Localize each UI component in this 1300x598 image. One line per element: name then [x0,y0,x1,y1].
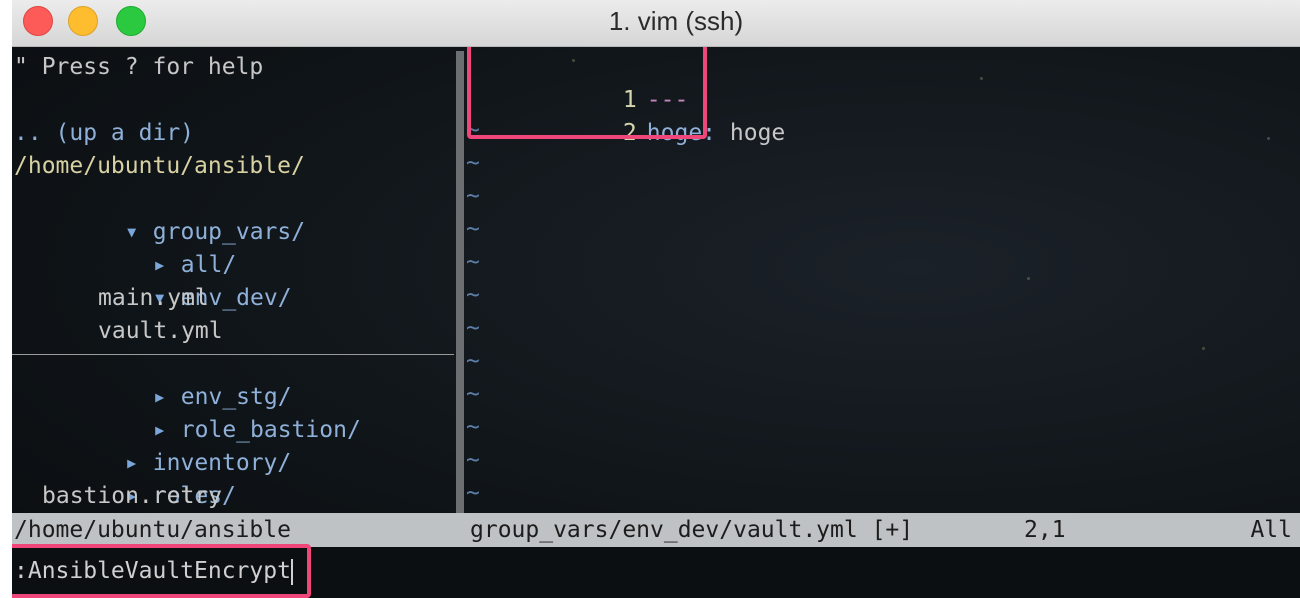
tree-item-group-vars[interactable]: ▾ group_vars/ [14,183,305,245]
status-scroll-percent: All [1250,517,1292,543]
tree-item-roles[interactable]: ▸ roles/ [14,447,236,509]
tree-item-bastion-retry[interactable]: bastion.retry [14,480,222,513]
title-bar: 1. vim (ssh) [12,0,1300,47]
empty-line-marker: ~ [466,282,480,308]
empty-line-marker: ~ [466,348,480,374]
tree-item-env-stg[interactable]: ▸ env_stg/ [14,348,292,410]
tree-item-main-yml[interactable]: main.yml [14,282,209,315]
terminal-window: 1. vim (ssh) " Press ? for help .. (up a… [12,0,1300,598]
nerdtree-panel[interactable]: " Press ? for help .. (up a dir) /home/u… [12,51,456,521]
vertical-split-divider[interactable] [456,51,464,513]
tree-item-role-bastion[interactable]: ▸ role_bastion/ [14,381,361,443]
highlight-box-command [12,544,311,598]
highlight-box-buffer [467,47,707,139]
status-cursor-position: 2,1 [1024,517,1066,543]
terminal-content[interactable]: " Press ? for help .. (up a dir) /home/u… [12,47,1300,598]
empty-line-marker: ~ [466,249,480,275]
tree-item-all[interactable]: ▸ all/ [14,216,236,278]
status-line: /home/ubuntu/ansible group_vars/env_dev/… [12,513,1300,547]
tree-item-env-dev[interactable]: ▾ env_dev/ [14,249,292,311]
nerdtree-root-path[interactable]: /home/ubuntu/ansible/ [14,150,305,183]
empty-line-marker: ~ [466,216,480,242]
tree-item-vault-yml[interactable]: vault.yml [14,315,223,348]
empty-line-marker: ~ [466,381,480,407]
nerdtree-up-dir[interactable]: .. (up a dir) [14,117,194,150]
empty-line-marker: ~ [466,315,480,341]
tree-item-inventory[interactable]: ▸ inventory/ [14,414,291,476]
nerdtree-help-text: " Press ? for help [14,54,264,80]
empty-line-marker: ~ [466,447,480,473]
empty-line-marker: ~ [466,414,480,440]
window-title: 1. vim (ssh) [608,6,744,36]
empty-line-marker: ~ [466,480,480,506]
status-file-name: group_vars/env_dev/vault.yml [+] [470,517,914,543]
nerdtree-status-path: /home/ubuntu/ansible [14,517,291,543]
empty-line-marker: ~ [466,183,480,209]
empty-line-marker: ~ [466,150,480,176]
